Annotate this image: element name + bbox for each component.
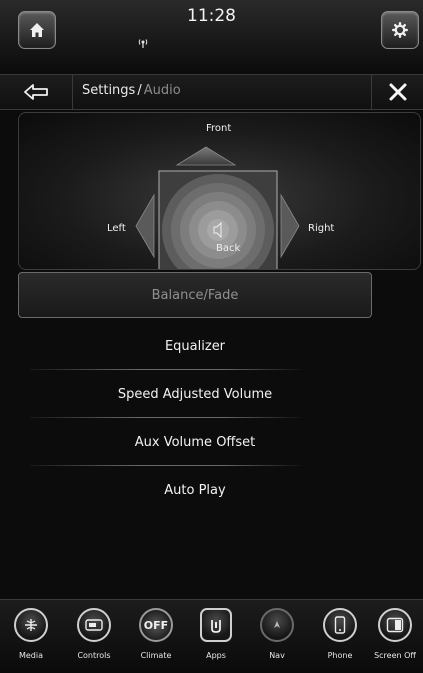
apps-icon bbox=[200, 608, 232, 642]
menu-item-label: Aux Volume Offset bbox=[134, 434, 256, 450]
menu-item-label: Auto Play bbox=[164, 482, 226, 498]
dock-phone-button[interactable]: Phone bbox=[312, 608, 368, 660]
dock-label: Screen Off bbox=[374, 651, 416, 660]
dock-screen-off-button[interactable]: Screen Off bbox=[367, 608, 423, 660]
audio-settings-menu: Balance/Fade Equalizer Speed Adjusted Vo… bbox=[18, 272, 372, 514]
menu-item-label: Speed Adjusted Volume bbox=[117, 386, 273, 402]
balance-left-arrow[interactable] bbox=[135, 193, 155, 259]
clock: 11:28 bbox=[187, 6, 236, 26]
back-label: Back bbox=[216, 243, 241, 254]
balance-right-arrow[interactable] bbox=[280, 193, 300, 259]
left-label: Left bbox=[107, 223, 126, 234]
breadcrumb-parent[interactable]: Settings bbox=[82, 83, 135, 98]
dock-label: Climate bbox=[140, 651, 172, 660]
menu-item-balance-fade[interactable]: Balance/Fade bbox=[18, 272, 372, 318]
climate-off-badge: OFF bbox=[143, 618, 169, 632]
climate-icon: OFF bbox=[139, 608, 173, 642]
fade-front-arrow[interactable] bbox=[175, 146, 237, 166]
dock-controls-button[interactable]: Controls bbox=[66, 608, 122, 660]
gear-icon bbox=[392, 22, 408, 38]
close-button[interactable] bbox=[371, 75, 423, 109]
dock-apps-button[interactable]: Apps bbox=[188, 608, 244, 660]
right-label: Right bbox=[308, 223, 335, 234]
menu-item-label: Equalizer bbox=[164, 338, 226, 354]
dock-label: Controls bbox=[77, 651, 111, 660]
settings-header: Settings / Audio bbox=[0, 74, 423, 110]
menu-item-label: Balance/Fade bbox=[151, 287, 239, 303]
dock-climate-button[interactable]: OFF Climate bbox=[128, 608, 184, 660]
phone-icon bbox=[323, 608, 357, 642]
screen: 11:28 Settings / Audio Front Back Left R… bbox=[0, 0, 423, 673]
back-arrow-icon bbox=[24, 84, 48, 100]
bottom-dock: Media Controls OFF Climate Apps Nav Phon… bbox=[0, 599, 423, 673]
top-bar: 11:28 bbox=[0, 0, 423, 74]
media-icon bbox=[14, 608, 48, 642]
close-icon bbox=[389, 83, 407, 101]
menu-item-equalizer[interactable]: Equalizer bbox=[18, 322, 372, 370]
dock-nav-button[interactable]: Nav bbox=[249, 608, 305, 660]
nav-icon bbox=[260, 608, 294, 642]
breadcrumb: Settings / Audio bbox=[82, 83, 181, 98]
screen-off-icon bbox=[378, 608, 412, 642]
dock-label: Media bbox=[18, 651, 44, 660]
front-label: Front bbox=[206, 123, 232, 134]
dock-media-button[interactable]: Media bbox=[3, 608, 59, 660]
settings-button[interactable] bbox=[381, 11, 419, 49]
back-button[interactable] bbox=[0, 75, 73, 109]
dock-label: Nav bbox=[269, 651, 285, 660]
balance-fade-panel: Front Back Left Right bbox=[18, 112, 421, 270]
menu-item-speed-adjusted-volume[interactable]: Speed Adjusted Volume bbox=[18, 370, 372, 418]
breadcrumb-separator: / bbox=[137, 83, 142, 98]
dock-label: Phone bbox=[327, 651, 353, 660]
wireless-signal-icon bbox=[136, 38, 150, 51]
menu-item-auto-play[interactable]: Auto Play bbox=[18, 466, 372, 514]
dock-label: Apps bbox=[206, 651, 226, 660]
menu-item-aux-volume-offset[interactable]: Aux Volume Offset bbox=[18, 418, 372, 466]
breadcrumb-current: Audio bbox=[143, 83, 181, 98]
controls-icon bbox=[77, 608, 111, 642]
